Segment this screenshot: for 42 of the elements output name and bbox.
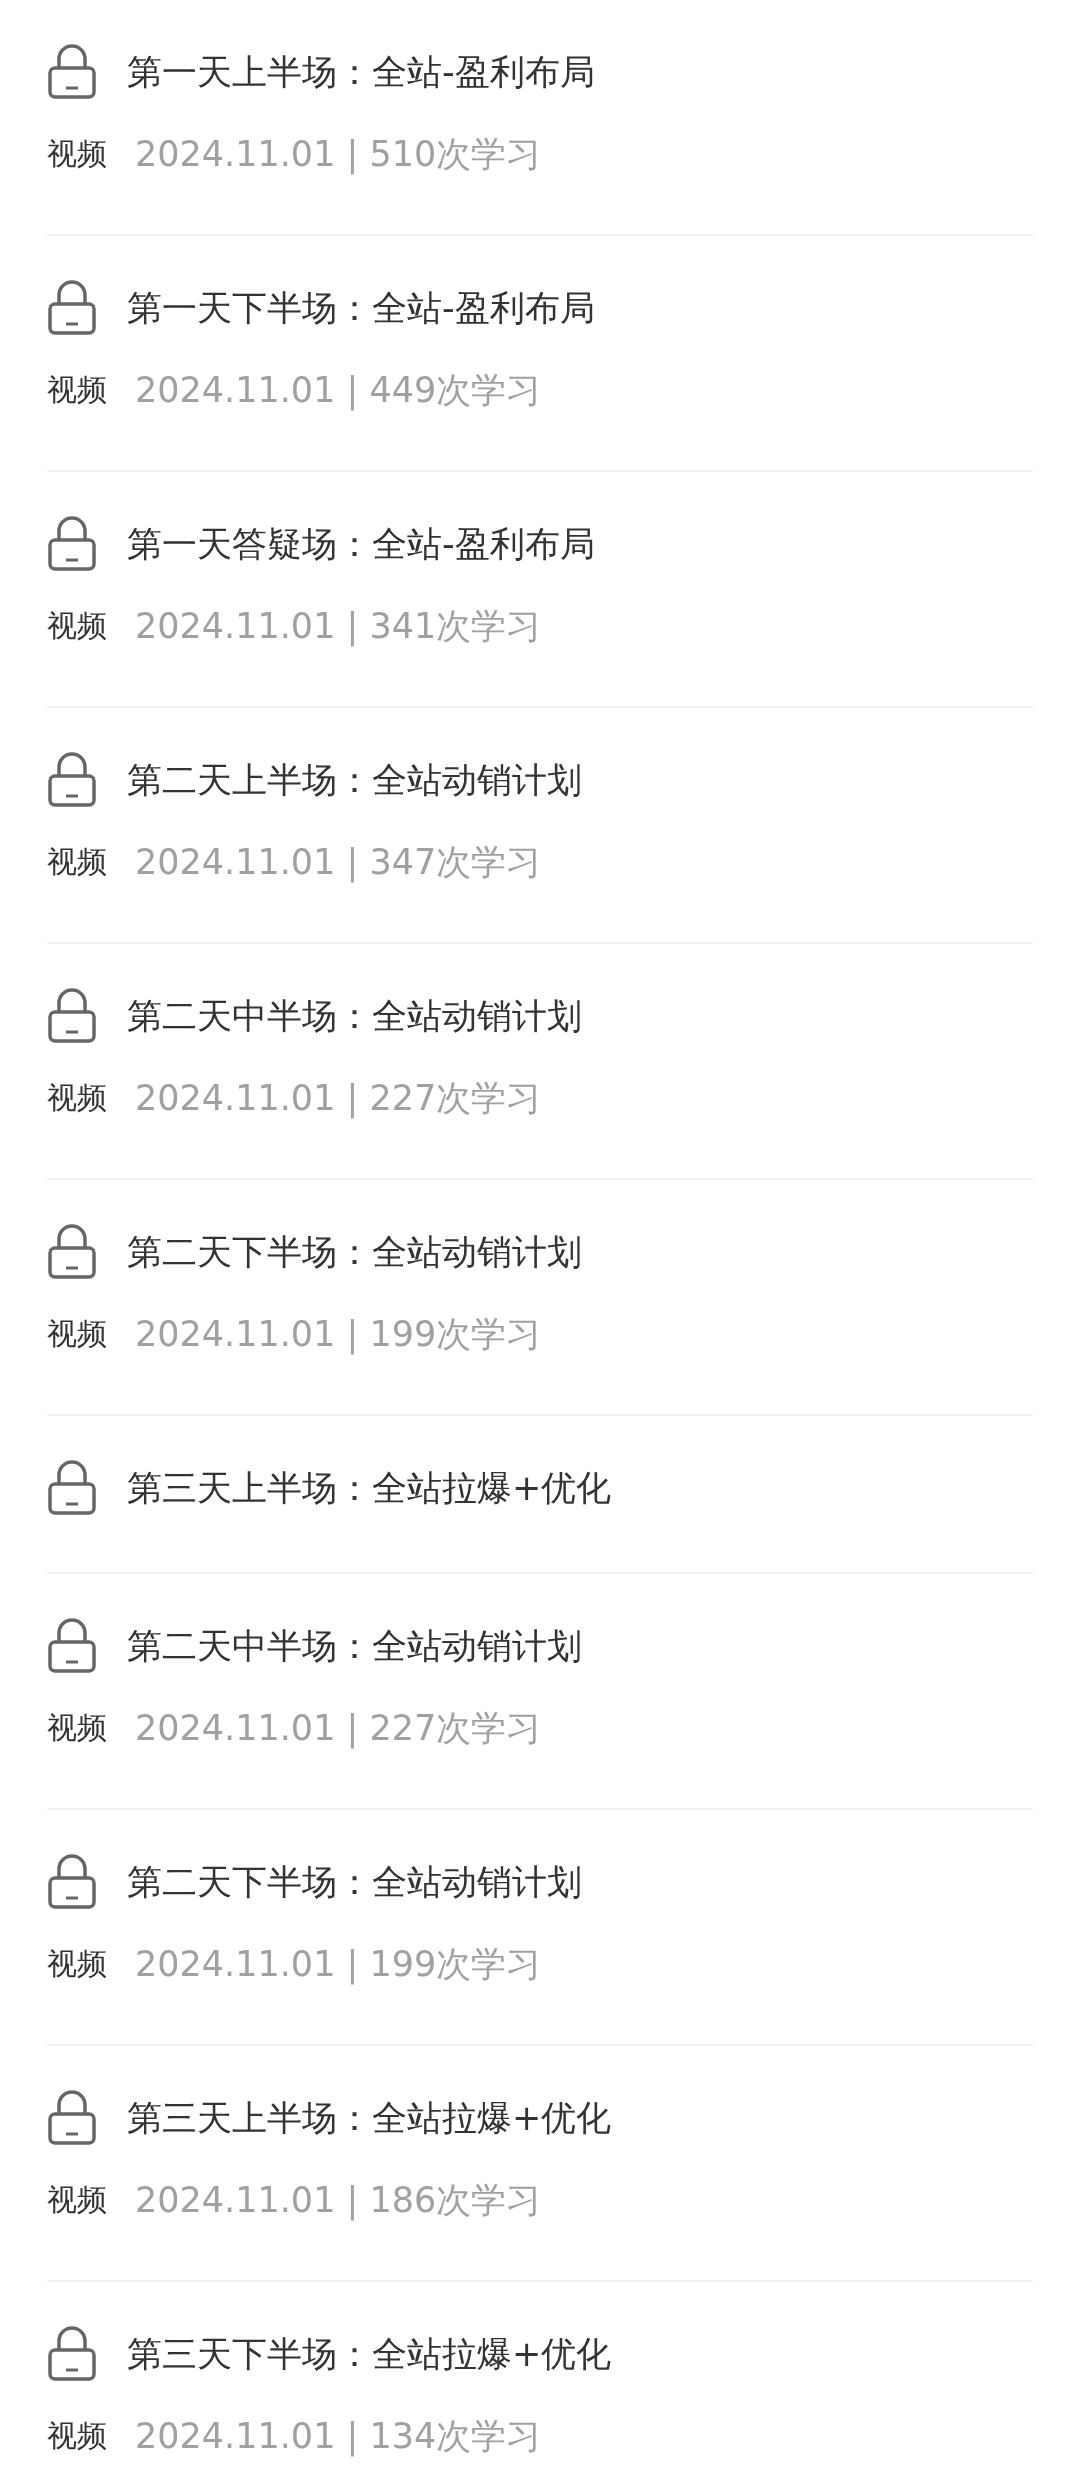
lesson-title[interactable]: 第二天下半场：全站动销计划 xyxy=(127,1856,582,1908)
lock-icon xyxy=(47,2090,97,2146)
lesson-title[interactable]: 第三天下半场：全站拉爆+优化 xyxy=(127,2328,612,2380)
lesson-type: 视频 xyxy=(47,1944,107,1983)
lesson-type: 视频 xyxy=(47,842,107,881)
lesson-type: 视频 xyxy=(47,1708,107,1747)
lock-icon xyxy=(47,1854,97,1910)
lock-icon xyxy=(47,44,97,100)
lesson-title[interactable]: 第二天中半场：全站动销计划 xyxy=(127,990,582,1042)
lesson-meta: 2024.11.01 | 134次学习 xyxy=(135,2414,542,2459)
lesson-meta: 2024.11.01 | 449次学习 xyxy=(135,368,542,413)
lesson-type: 视频 xyxy=(47,1078,107,1117)
lock-icon xyxy=(47,280,97,336)
lesson-type: 视频 xyxy=(47,606,107,645)
lesson-meta: 2024.11.01 | 186次学习 xyxy=(135,2178,542,2223)
lesson-title[interactable]: 第一天下半场：全站-盈利布局 xyxy=(127,282,595,334)
lesson-meta: 2024.11.01 | 347次学习 xyxy=(135,840,542,885)
lock-icon xyxy=(47,988,97,1044)
lesson-title[interactable]: 第三天上半场：全站拉爆+优化 xyxy=(127,2092,612,2144)
lesson-meta: 2024.11.01 | 199次学习 xyxy=(135,1942,542,1987)
lesson-meta: 2024.11.01 | 227次学习 xyxy=(135,1076,542,1121)
lesson-type: 视频 xyxy=(47,2416,107,2455)
lesson-type: 视频 xyxy=(47,370,107,409)
lesson-title[interactable]: 第二天上半场：全站动销计划 xyxy=(127,754,582,806)
lock-icon xyxy=(47,2326,97,2382)
lock-icon xyxy=(47,752,97,808)
lock-icon xyxy=(47,1460,97,1516)
lesson-type: 视频 xyxy=(47,134,107,173)
lesson-type: 视频 xyxy=(47,2180,107,2219)
lesson-title[interactable]: 第一天答疑场：全站-盈利布局 xyxy=(127,518,595,570)
lesson-title[interactable]: 第二天中半场：全站动销计划 xyxy=(127,1620,582,1672)
lesson-meta: 2024.11.01 | 510次学习 xyxy=(135,132,542,177)
lesson-meta: 2024.11.01 | 341次学习 xyxy=(135,604,542,649)
lesson-meta: 2024.11.01 | 227次学习 xyxy=(135,1706,542,1751)
lesson-title[interactable]: 第一天上半场：全站-盈利布局 xyxy=(127,46,595,98)
lesson-title[interactable]: 第三天上半场：全站拉爆+优化 xyxy=(127,1462,612,1514)
lock-icon xyxy=(47,1618,97,1674)
lesson-meta: 2024.11.01 | 199次学习 xyxy=(135,1312,542,1357)
lesson-type: 视频 xyxy=(47,1314,107,1353)
lock-icon xyxy=(47,516,97,572)
lock-icon xyxy=(47,1224,97,1280)
lesson-title[interactable]: 第二天下半场：全站动销计划 xyxy=(127,1226,582,1278)
